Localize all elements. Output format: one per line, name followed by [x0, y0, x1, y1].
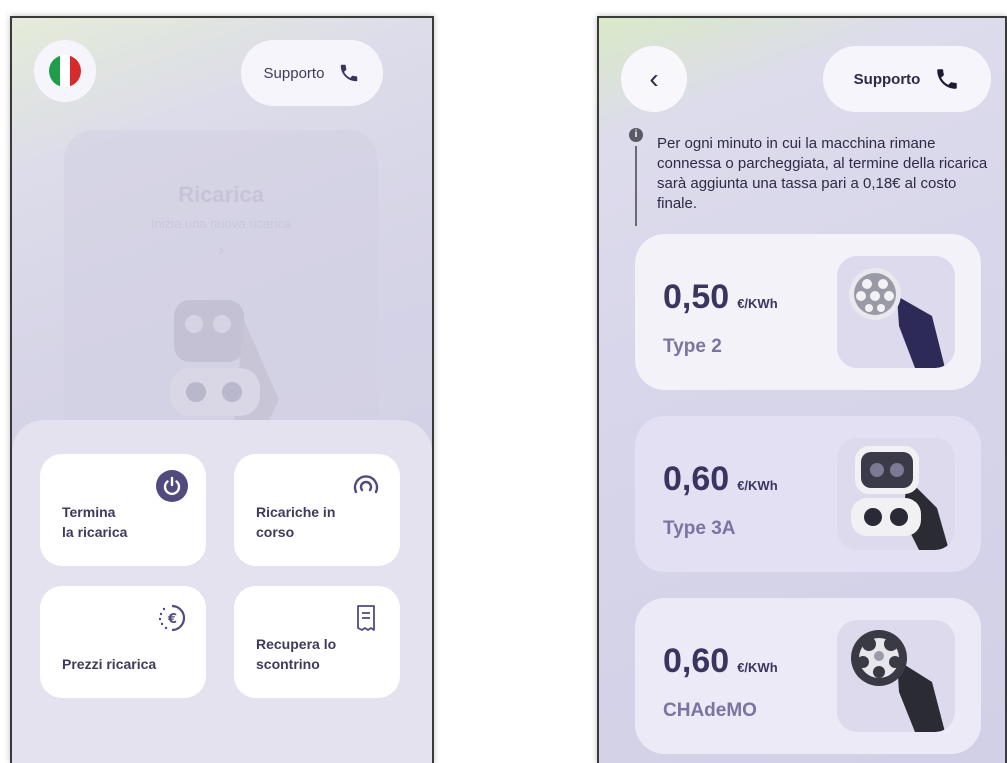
prices-screen: ‹ Supporto i Per ogni minuto in cui la m…: [597, 16, 1007, 763]
new-charge-card[interactable]: Ricarica Inizia una nuova ricarica ›: [64, 130, 378, 450]
connector-type: Type 2: [663, 336, 722, 357]
home-screen: Supporto Ricarica Inizia una nuova ricar…: [10, 16, 434, 763]
charge-prices-label: Prezzi ricarica: [62, 656, 157, 672]
price-unit: €/KWh: [737, 660, 778, 675]
end-charge-tile[interactable]: Termina la ricarica: [40, 454, 206, 566]
support-label: Supporto: [853, 70, 921, 88]
receipt-tile[interactable]: Recupera lo scontrino: [234, 586, 400, 698]
new-charge-subtitle: Inizia una nuova ricarica: [150, 216, 292, 231]
euro-icon: €: [158, 604, 186, 632]
info-icon: i: [629, 128, 643, 142]
active-charges-label: Ricariche in corso: [256, 504, 336, 540]
phone-icon: [341, 64, 358, 82]
back-button[interactable]: ‹: [621, 46, 687, 112]
svg-text:€: €: [167, 612, 177, 627]
power-icon: [156, 470, 188, 502]
type3a-plug-image: [837, 438, 955, 550]
notice-divider: [635, 146, 637, 226]
chevron-left-icon: ‹: [649, 63, 659, 94]
receipt-icon: [357, 605, 375, 631]
price-unit: €/KWh: [737, 478, 778, 493]
chademo-plug-image: [837, 620, 955, 732]
price-value: 0,60 €/KWh: [663, 460, 778, 499]
fee-notice-text: Per ogni minuto in cui la macchina riman…: [657, 135, 988, 212]
price-amount: 0,50: [663, 278, 730, 316]
support-button[interactable]: Supporto: [823, 46, 991, 112]
italy-flag-icon: [49, 55, 81, 87]
support-button[interactable]: Supporto: [241, 40, 383, 106]
price-unit: €/KWh: [737, 296, 778, 311]
price-card-chademo[interactable]: 0,60 €/KWh CHAdeMO: [635, 598, 981, 754]
connector-type: Type 3A: [663, 518, 736, 539]
end-charge-label: Termina la ricarica: [62, 504, 128, 540]
price-amount: 0,60: [663, 642, 730, 680]
active-charges-tile[interactable]: Ricariche in corso: [234, 454, 400, 566]
type2-plug-image: [837, 256, 955, 368]
price-value: 0,50 €/KWh: [663, 278, 778, 317]
price-value: 0,60 €/KWh: [663, 642, 778, 681]
receipt-label: Recupera lo scontrino: [256, 636, 337, 672]
new-charge-title: Ricarica: [178, 182, 264, 207]
chevron-right-icon: ›: [218, 240, 224, 260]
charge-prices-tile[interactable]: € Prezzi ricarica: [40, 586, 206, 698]
phone-icon: [937, 69, 958, 89]
price-amount: 0,60: [663, 460, 730, 498]
price-card-type3a[interactable]: 0,60 €/KWh Type 3A: [635, 416, 981, 572]
support-label: Supporto: [263, 64, 325, 82]
price-card-type2[interactable]: 0,50 €/KWh Type 2: [635, 234, 981, 390]
progress-ring-icon: [353, 475, 379, 494]
language-button[interactable]: [34, 40, 96, 102]
connector-type: CHAdeMO: [663, 700, 757, 721]
